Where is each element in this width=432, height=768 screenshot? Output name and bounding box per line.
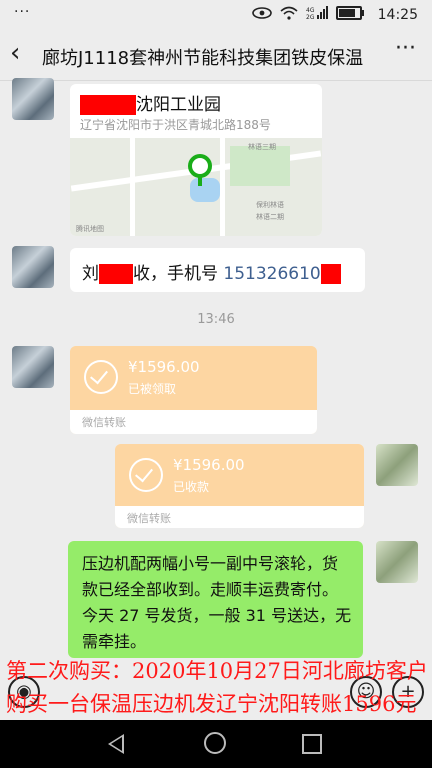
text-message[interactable]: 刘 收，手机号 151326610 (70, 248, 365, 292)
avatar[interactable] (376, 541, 418, 583)
sent-text-message[interactable]: 压边机配两幅小号一副中号滚轮，货款已经全部收到。走顺丰运费寄付。今天 27 号发… (68, 541, 363, 658)
chat-header: ‹ 廊坊J1118套神州节能科技集团铁皮保温 ··· (0, 30, 432, 81)
transfer-card-received[interactable]: ¥1596.00 已被领取 微信转账 (70, 346, 317, 434)
battery-icon (336, 6, 364, 20)
svg-text:2G: 2G (306, 14, 315, 20)
map-label: 林语三期 (248, 143, 276, 151)
transfer-amount: ¥1596.00 (128, 358, 200, 376)
status-bar: ··· 4G 2G 14:25 (0, 0, 432, 30)
more-dots-icon[interactable]: ··· (395, 36, 416, 61)
chevron-left-icon[interactable]: ‹ (10, 40, 20, 66)
status-icons: 4G 2G (252, 6, 364, 20)
location-message[interactable]: 沈阳工业园 辽宁省沈阳市于洪区青城北路188号 林语三期 保利林语 林语二期 腾… (70, 84, 322, 236)
avatar[interactable] (12, 78, 54, 120)
map-label: 林语二期 (256, 213, 284, 221)
map-provider-label: 腾讯地图 (76, 225, 104, 233)
avatar[interactable] (12, 346, 54, 388)
transfer-footer: 微信转账 (82, 416, 126, 429)
timestamp: 13:46 (197, 312, 235, 327)
redaction-block (320, 264, 341, 284)
transfer-card-sent[interactable]: ¥1596.00 已收款 微信转账 (115, 444, 364, 528)
system-nav-bar (0, 720, 432, 768)
svg-text:4G: 4G (306, 7, 315, 14)
phone-number[interactable]: 151326610 (223, 264, 320, 284)
place-name-row: 沈阳工业园 (80, 90, 221, 115)
place-address: 辽宁省沈阳市于洪区青城北路188号 (80, 118, 271, 132)
message-text: 刘 收，手机号 151326610 (82, 259, 341, 284)
caption-line-1: 第二次购买：2020年10月27日河北廊坊客户 (6, 659, 428, 683)
status-time: 14:25 (377, 7, 418, 23)
wifi-icon (280, 6, 298, 20)
avatar[interactable] (376, 444, 418, 486)
check-circle-icon (129, 458, 163, 492)
caption-line-2: 购买一台保温压边机发辽宁沈阳转账1596元 (6, 692, 417, 716)
place-name: 沈阳工业园 (136, 95, 221, 115)
transfer-status: 已收款 (173, 480, 210, 494)
chat-title: 廊坊J1118套神州节能科技集团铁皮保温 (42, 48, 364, 69)
signal-4g-icon: 4G2G (306, 6, 328, 20)
eye-icon (252, 7, 272, 19)
redaction-block (80, 95, 136, 115)
map-label: 保利林语 (256, 201, 284, 209)
check-circle-icon (84, 360, 118, 394)
map-thumbnail: 林语三期 保利林语 林语二期 腾讯地图 (70, 138, 322, 236)
message-text: 压边机配两幅小号一副中号滚轮，货款已经全部收到。走顺丰运费寄付。今天 27 号发… (82, 554, 352, 651)
nav-home-icon[interactable] (204, 732, 226, 754)
avatar[interactable] (12, 246, 54, 288)
nav-back-icon[interactable] (108, 734, 124, 754)
redaction-block (99, 264, 133, 284)
more-dots-icon: ··· (14, 4, 31, 20)
transfer-footer: 微信转账 (127, 512, 171, 525)
transfer-amount: ¥1596.00 (173, 456, 245, 474)
contact-name-prefix: 刘 (82, 264, 99, 284)
map-pin-icon (188, 154, 212, 186)
nav-recent-icon[interactable] (302, 734, 322, 754)
contact-middle-text: 收，手机号 (133, 264, 218, 284)
transfer-status: 已被领取 (128, 382, 177, 396)
